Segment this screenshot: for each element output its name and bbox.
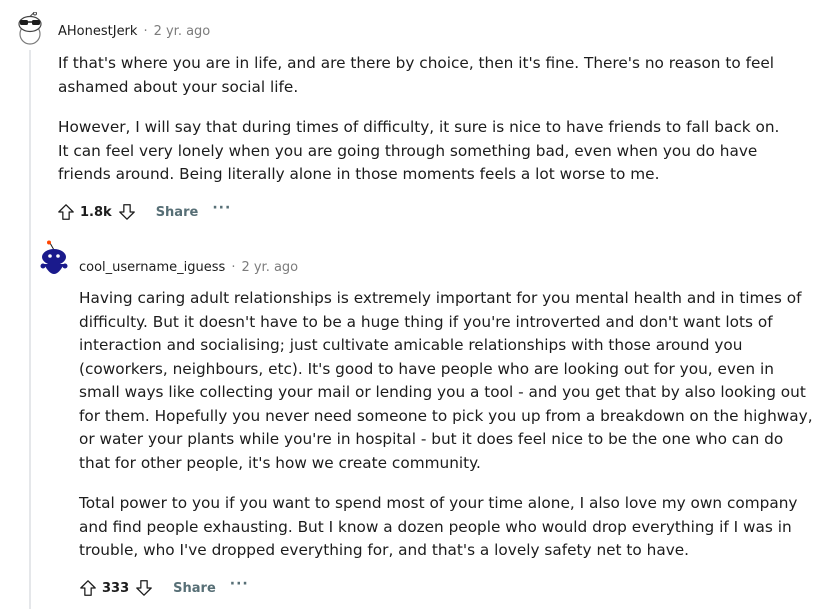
timestamp[interactable]: 2 yr. ago xyxy=(154,24,211,39)
downvote-icon[interactable] xyxy=(135,578,153,598)
comment-body: If that's where you are in life, and are… xyxy=(58,52,788,204)
author-name[interactable]: cool_username_iguess xyxy=(79,260,225,275)
comment-body: Having caring adult relationships is ext… xyxy=(79,287,819,580)
vote-score: 1.8k xyxy=(80,204,112,220)
snoo-icon xyxy=(40,240,68,274)
thread-line-reply[interactable] xyxy=(29,250,31,609)
downvote-icon[interactable] xyxy=(118,202,136,222)
upvote-icon[interactable] xyxy=(57,202,75,222)
upvote-icon[interactable] xyxy=(79,578,97,598)
comment-meta: cool_username_iguess · 2 yr. ago xyxy=(79,260,298,275)
vote-score: 333 xyxy=(102,580,130,596)
avatar[interactable] xyxy=(38,240,70,284)
snoo-sunglasses-icon xyxy=(18,11,42,45)
meta-separator: · xyxy=(231,260,236,275)
comment-paragraph: However, I will say that during times of… xyxy=(58,118,780,183)
comment-actions: 1.8k Share ··· xyxy=(57,200,231,224)
meta-separator: · xyxy=(143,24,148,39)
timestamp[interactable]: 2 yr. ago xyxy=(241,260,298,275)
avatar[interactable] xyxy=(15,11,45,45)
more-options-button[interactable]: ··· xyxy=(212,200,231,216)
comment-meta: AHonestJerk · 2 yr. ago xyxy=(58,24,210,39)
comment-actions: 333 Share ··· xyxy=(79,576,249,600)
share-button[interactable]: Share xyxy=(173,581,216,596)
comment-paragraph: If that's where you are in life, and are… xyxy=(58,54,775,96)
author-name[interactable]: AHonestJerk xyxy=(58,24,137,39)
comment-paragraph: Having caring adult relationships is ext… xyxy=(79,289,813,472)
more-options-button[interactable]: ··· xyxy=(230,576,249,592)
share-button[interactable]: Share xyxy=(156,205,199,220)
comment-paragraph: Total power to you if you want to spend … xyxy=(79,494,798,559)
thread-line[interactable] xyxy=(29,50,31,250)
